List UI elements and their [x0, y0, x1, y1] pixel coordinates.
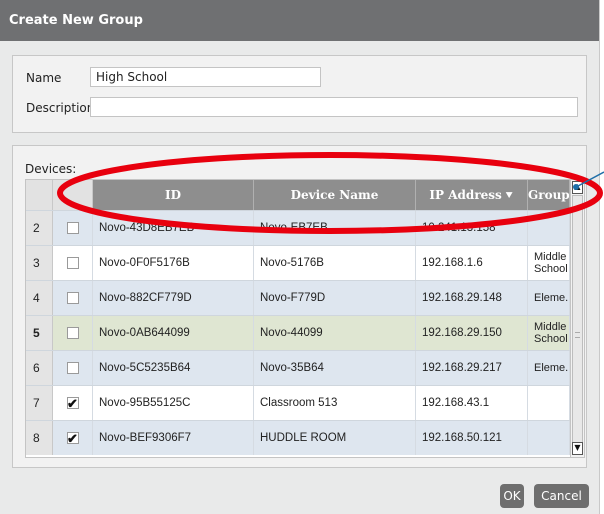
row-number: 4: [26, 281, 53, 315]
row-checkbox[interactable]: ✔: [66, 432, 79, 445]
header-select[interactable]: [53, 180, 93, 210]
row-checkbox[interactable]: [66, 362, 79, 374]
cancel-button[interactable]: Cancel: [534, 484, 589, 508]
dialog-title: Create New Group: [9, 13, 143, 28]
description-input[interactable]: [90, 97, 578, 117]
table-row[interactable]: 8 ✔ Novo-BEF9306F7 HUDDLE ROOM 192.168.5…: [26, 420, 570, 455]
table-row[interactable]: 3 Novo-0F0F5176B Novo-5176B 192.168.1.6 …: [26, 245, 570, 280]
grid-header: ID Device Name IP Address ⯆ Group: [26, 180, 570, 210]
device-ip: 192.168.43.1: [416, 386, 528, 420]
grip-icon: [575, 332, 580, 338]
device-name: HUDDLE ROOM: [254, 421, 416, 455]
header-row-number: [26, 180, 53, 210]
row-checkbox-cell: [53, 316, 93, 350]
devices-grid: ID Device Name IP Address ⯆ Group 2 Novo-…: [25, 179, 585, 458]
device-name: Novo-5176B: [254, 246, 416, 280]
row-checkbox[interactable]: [66, 292, 79, 304]
table-row[interactable]: 7 ✔ Novo-95B55125C Classroom 513 192.168…: [26, 385, 570, 420]
device-id: Novo-5C5235B64: [93, 351, 254, 385]
table-row[interactable]: 6 Novo-5C5235B64 Novo-35B64 192.168.29.2…: [26, 350, 570, 385]
device-group: Eleme...: [528, 281, 570, 315]
row-number: 8: [26, 421, 53, 455]
row-checkbox[interactable]: [66, 222, 79, 234]
device-id: Novo-BEF9306F7: [93, 421, 254, 455]
table-row-selected[interactable]: 5 Novo-0AB644099 Novo-44099 192.168.29.1…: [26, 315, 570, 350]
devices-panel: Devices: ID Device Name IP Address ⯆ Grou…: [12, 145, 587, 468]
ok-button[interactable]: OK: [500, 484, 524, 508]
device-id: Novo-95B55125C: [93, 386, 254, 420]
device-ip: 192.168.29.148: [416, 281, 528, 315]
row-checkbox-cell: [53, 281, 93, 315]
devices-label: Devices:: [25, 162, 77, 176]
device-group: [528, 421, 570, 455]
row-number: 3: [26, 246, 53, 280]
row-checkbox-cell: [53, 211, 93, 245]
description-label: Description: [26, 101, 95, 115]
device-group: Middle School: [528, 316, 570, 350]
vertical-scrollbar[interactable]: ▲ ▼: [570, 180, 584, 457]
device-name: Novo-35B64: [254, 351, 416, 385]
device-group: Eleme...: [528, 351, 570, 385]
row-number: 2: [26, 211, 53, 245]
row-checkbox-cell: [53, 246, 93, 280]
table-row[interactable]: 4 Novo-882CF779D Novo-F779D 192.168.29.1…: [26, 280, 570, 315]
scroll-down-icon[interactable]: ▼: [572, 442, 583, 455]
name-label: Name: [26, 71, 62, 85]
ip-address-header-label: IP Address: [429, 188, 502, 202]
device-name: Novo-EB7EB: [254, 211, 416, 245]
column-header-id[interactable]: ID: [93, 180, 254, 210]
device-ip: 192.168.29.217: [416, 351, 528, 385]
column-header-ip-address[interactable]: IP Address ⯆: [416, 180, 528, 210]
row-checkbox-cell: [53, 351, 93, 385]
device-id: Novo-0AB644099: [93, 316, 254, 350]
device-group: [528, 211, 570, 245]
row-number: 7: [26, 386, 53, 420]
row-number: 6: [26, 351, 53, 385]
create-group-dialog: Create New Group Name High School Descri…: [0, 0, 600, 514]
row-checkbox-cell: ✔: [53, 386, 93, 420]
row-number: 5: [26, 316, 53, 350]
scrollbar-thumb[interactable]: [572, 195, 583, 445]
scroll-up-icon[interactable]: ▲: [572, 181, 583, 194]
row-checkbox[interactable]: [66, 327, 79, 339]
device-name: Classroom 513: [254, 386, 416, 420]
device-group: Middle School: [528, 246, 570, 280]
row-checkbox-cell: ✔: [53, 421, 93, 455]
table-row[interactable]: 2 Novo-43D8EB7EB Novo-EB7EB 10.241.13.15…: [26, 210, 570, 245]
column-header-group[interactable]: Group: [528, 180, 570, 210]
device-ip: 192.168.29.150: [416, 316, 528, 350]
name-input[interactable]: High School: [90, 67, 321, 87]
device-group: [528, 386, 570, 420]
device-ip: 192.168.1.6: [416, 246, 528, 280]
device-ip: 192.168.50.121: [416, 421, 528, 455]
device-id: Novo-882CF779D: [93, 281, 254, 315]
chevron-down-icon[interactable]: ⯆: [505, 189, 514, 202]
device-name: Novo-F779D: [254, 281, 416, 315]
device-id: Novo-43D8EB7EB: [93, 211, 254, 245]
device-name: Novo-44099: [254, 316, 416, 350]
row-checkbox[interactable]: ✔: [66, 397, 79, 410]
device-ip: 10.241.13.158: [416, 211, 528, 245]
column-header-device-name[interactable]: Device Name: [254, 180, 416, 210]
row-checkbox[interactable]: [66, 257, 79, 269]
group-info-panel: Name High School Description: [12, 55, 587, 133]
device-id: Novo-0F0F5176B: [93, 246, 254, 280]
dialog-titlebar: Create New Group: [0, 0, 599, 41]
